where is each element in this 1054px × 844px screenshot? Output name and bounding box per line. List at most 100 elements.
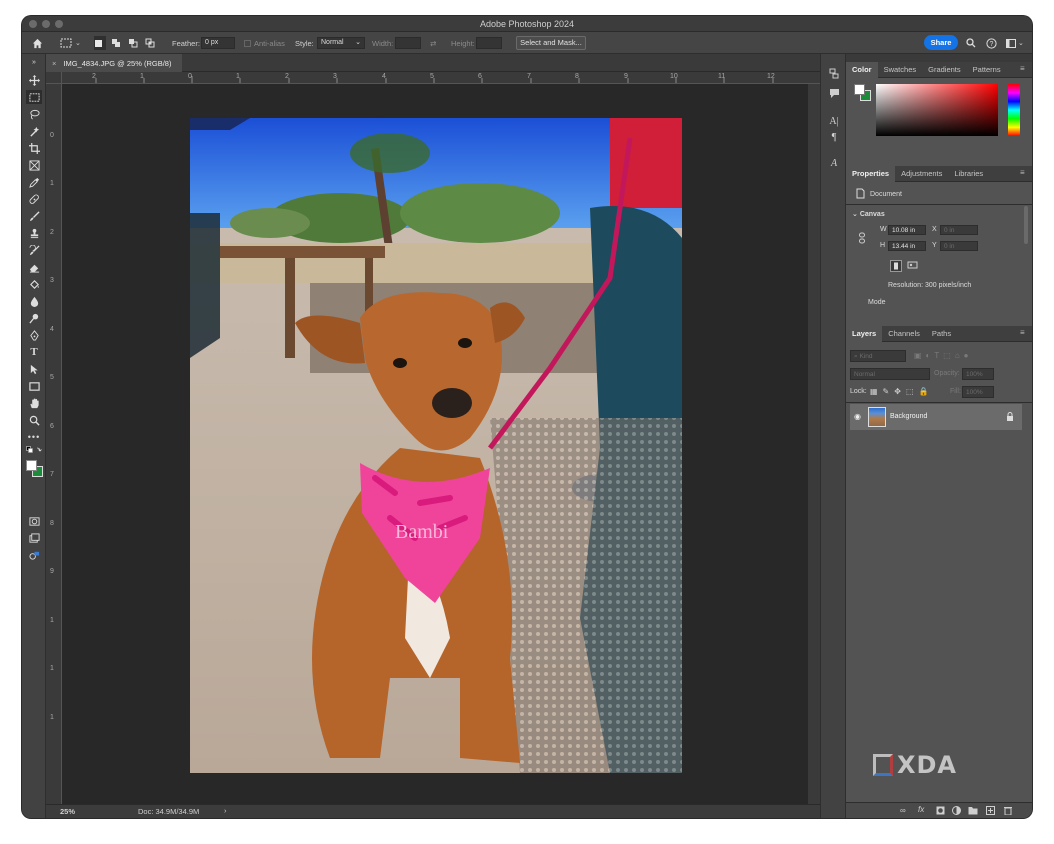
- canvas-y-input[interactable]: 0 in: [940, 241, 978, 251]
- hue-slider[interactable]: [1008, 84, 1020, 136]
- vertical-scrollbar[interactable]: [808, 84, 820, 804]
- marquee-tool-preset-icon[interactable]: ⌄: [60, 36, 84, 50]
- style-select[interactable]: Normal ⌄: [317, 37, 365, 49]
- comments-panel-icon[interactable]: [828, 88, 840, 100]
- hand-tool-icon[interactable]: [26, 396, 42, 410]
- opacity-input[interactable]: 100%: [962, 368, 994, 380]
- feather-input[interactable]: 0 px: [201, 37, 235, 49]
- generative-fill-icon[interactable]: [26, 548, 42, 562]
- workspace-icon[interactable]: ⌄: [1006, 36, 1024, 50]
- glyphs-panel-icon[interactable]: A: [828, 158, 840, 170]
- history-panel-icon[interactable]: [828, 68, 840, 80]
- panel-menu-icon[interactable]: ≡: [1020, 169, 1028, 177]
- foreground-color-swatch[interactable]: [26, 460, 37, 471]
- status-menu-chevron-icon[interactable]: ›: [224, 806, 227, 815]
- color-panel-swatches[interactable]: [854, 84, 872, 102]
- frame-tool-icon[interactable]: [26, 158, 42, 172]
- width-input[interactable]: [395, 37, 421, 49]
- delete-layer-icon[interactable]: [1004, 806, 1012, 817]
- select-and-mask-button[interactable]: Select and Mask...: [516, 36, 586, 50]
- home-icon[interactable]: [32, 36, 46, 50]
- history-brush-tool-icon[interactable]: [26, 243, 42, 257]
- screen-mode-icon[interactable]: [26, 531, 42, 545]
- collapse-tools-icon[interactable]: »: [26, 58, 42, 66]
- color-swatches[interactable]: [25, 459, 43, 479]
- horizontal-ruler[interactable]: 2 1 0 1 2 3 4 5 6 7 8 9 10 11 12: [62, 72, 820, 84]
- panel-menu-icon[interactable]: ≡: [1020, 329, 1028, 337]
- link-layers-icon[interactable]: ∞: [900, 806, 906, 815]
- search-icon[interactable]: [966, 36, 976, 50]
- paragraph-panel-icon[interactable]: ¶: [828, 132, 840, 144]
- blend-mode-select[interactable]: Normal: [850, 368, 930, 380]
- add-mask-icon[interactable]: [936, 806, 945, 817]
- path-selection-tool-icon[interactable]: [26, 362, 42, 376]
- move-tool-icon[interactable]: [26, 73, 42, 87]
- eraser-tool-icon[interactable]: [26, 260, 42, 274]
- vertical-ruler[interactable]: 0 1 2 3 4 5 6 7 8 9 1 1 1: [46, 84, 62, 804]
- properties-scrollbar[interactable]: [1024, 206, 1028, 244]
- layer-row-background[interactable]: ◉ Background: [850, 404, 1022, 430]
- canvas-area[interactable]: Bambi: [62, 84, 808, 804]
- tab-patterns[interactable]: Patterns: [967, 62, 1007, 78]
- type-tool-icon[interactable]: T: [26, 345, 42, 359]
- tab-paths[interactable]: Paths: [926, 326, 957, 342]
- object-selection-tool-icon[interactable]: [26, 124, 42, 138]
- edit-toolbar-icon[interactable]: •••: [26, 430, 42, 444]
- close-document-icon[interactable]: ×: [52, 59, 56, 68]
- link-dimensions-icon[interactable]: [858, 232, 866, 246]
- paint-bucket-tool-icon[interactable]: [26, 277, 42, 291]
- zoom-tool-icon[interactable]: [26, 413, 42, 427]
- adjustment-layer-icon[interactable]: [952, 806, 961, 817]
- tab-properties[interactable]: Properties: [846, 165, 896, 182]
- eyedropper-tool-icon[interactable]: [26, 175, 42, 189]
- ruler-origin[interactable]: [46, 72, 62, 84]
- dodge-tool-icon[interactable]: [26, 311, 42, 325]
- tab-color[interactable]: Color: [846, 61, 878, 78]
- rectangle-tool-icon[interactable]: [26, 379, 42, 393]
- height-input[interactable]: [476, 37, 502, 49]
- brush-tool-icon[interactable]: [26, 209, 42, 223]
- new-group-icon[interactable]: [968, 806, 978, 817]
- fill-input[interactable]: 100%: [962, 386, 994, 398]
- lock-options-icons[interactable]: ▦✎✥⬚🔒: [870, 387, 933, 396]
- tab-adjustments[interactable]: Adjustments: [895, 166, 948, 182]
- intersect-selection-icon[interactable]: [145, 36, 157, 50]
- landscape-orientation-icon[interactable]: [907, 260, 919, 272]
- layer-name[interactable]: Background: [890, 413, 927, 420]
- healing-brush-tool-icon[interactable]: [26, 192, 42, 206]
- tab-swatches[interactable]: Swatches: [878, 62, 923, 78]
- layer-lock-icon[interactable]: [1006, 412, 1014, 423]
- canvas-width-input[interactable]: 10.08 in: [888, 225, 926, 235]
- share-button[interactable]: Share: [924, 35, 958, 50]
- panel-menu-icon[interactable]: ≡: [1020, 65, 1028, 73]
- new-selection-icon[interactable]: [94, 36, 106, 50]
- rectangular-marquee-tool-icon[interactable]: [26, 90, 42, 104]
- new-layer-icon[interactable]: [986, 806, 995, 817]
- add-to-selection-icon[interactable]: [111, 36, 123, 50]
- blur-tool-icon[interactable]: [26, 294, 42, 308]
- panel-foreground-swatch[interactable]: [854, 84, 865, 95]
- layer-filter-input[interactable]: ⌕ Kind: [850, 350, 906, 362]
- pen-tool-icon[interactable]: [26, 328, 42, 342]
- portrait-orientation-icon[interactable]: [890, 260, 902, 272]
- character-panel-icon[interactable]: A|: [828, 116, 840, 128]
- quick-mask-icon[interactable]: [26, 514, 42, 528]
- document-image[interactable]: Bambi: [190, 118, 682, 773]
- crop-tool-icon[interactable]: [26, 141, 42, 155]
- clone-stamp-tool-icon[interactable]: [26, 226, 42, 240]
- layer-filter-icons[interactable]: ▣◐T⬚⌂●: [914, 351, 973, 360]
- zoom-level[interactable]: 25%: [60, 807, 75, 816]
- help-icon[interactable]: ?: [986, 36, 997, 50]
- swap-dimensions-icon[interactable]: ⇄: [430, 36, 436, 50]
- tab-layers[interactable]: Layers: [846, 325, 883, 342]
- layer-effects-icon[interactable]: fx: [918, 805, 924, 814]
- color-picker-field[interactable]: [876, 84, 998, 136]
- subtract-from-selection-icon[interactable]: [128, 36, 140, 50]
- default-colors-icon[interactable]: [26, 446, 42, 456]
- canvas-section-toggle[interactable]: ⌄ Canvas: [852, 210, 885, 218]
- tab-channels[interactable]: Channels: [882, 326, 926, 342]
- tab-libraries[interactable]: Libraries: [948, 166, 989, 182]
- document-tab[interactable]: × IMG_4834.JPG @ 25% (RGB/8): [46, 54, 182, 72]
- canvas-height-input[interactable]: 13.44 in: [888, 241, 926, 251]
- layer-visibility-eye-icon[interactable]: ◉: [854, 412, 861, 421]
